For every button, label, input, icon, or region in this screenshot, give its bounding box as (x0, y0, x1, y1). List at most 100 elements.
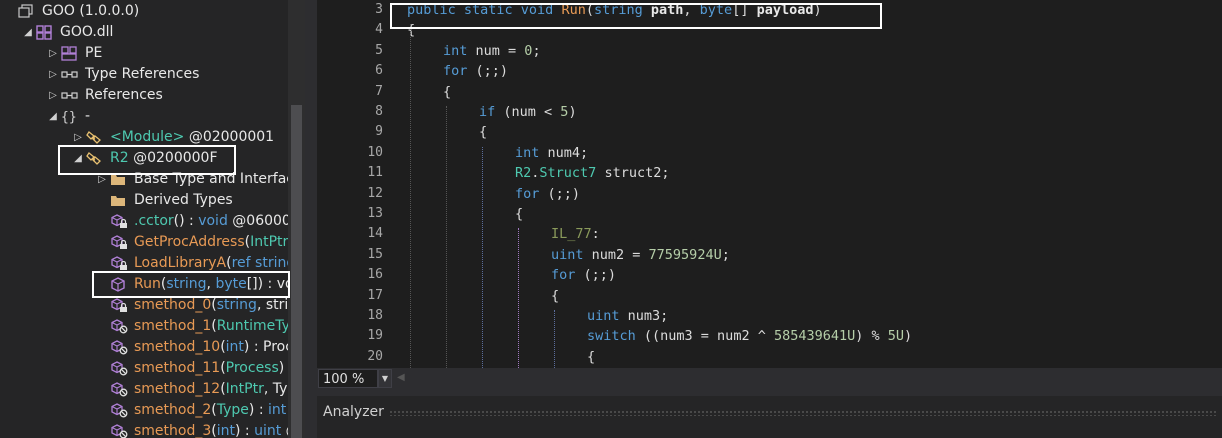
collapse-arrow-icon[interactable]: ◢ (22, 22, 34, 43)
code-line[interactable]: int num = 0; (443, 41, 541, 61)
code-token: (;;) (539, 185, 581, 202)
label-segment: ) : (235, 423, 255, 438)
analyzer-panel-title: Analyzer (323, 404, 384, 420)
assembly-explorer-tree: GOO (1.0.0.0) ◢ GOO.dll ▷ PE ▷ Type References… (0, 0, 305, 438)
code-token: ) (568, 104, 577, 120)
module-icon (36, 25, 52, 40)
tree-node-smethod-1-node[interactable]: smethod_1(RuntimeType) : void (0, 316, 305, 337)
tree-scrollbar-thumb[interactable] (291, 105, 302, 438)
code-token: uint (587, 308, 620, 324)
tree-node-label: smethod_3(int) : uint @06000010 (134, 421, 305, 438)
reference-icon (61, 67, 78, 82)
collapse-arrow-icon[interactable]: ◢ (47, 106, 59, 127)
code-line[interactable]: uint num3; (587, 306, 668, 326)
label-segment: smethod_1 (134, 318, 212, 334)
label-segment: int (225, 339, 244, 355)
tree-node-smethod-2-node[interactable]: smethod_2(Type) : int (0, 400, 288, 421)
code-token: { (515, 206, 524, 222)
line-number: 19 (367, 328, 383, 344)
label-segment: () : (173, 213, 199, 229)
line-number: 11 (367, 165, 383, 181)
tree-node-label: Derived Types (134, 190, 233, 211)
label-segment: Type (216, 402, 249, 418)
line-number: 17 (367, 287, 383, 303)
code-token: R2 (515, 165, 532, 182)
tree-node-smethod-0-node[interactable]: smethod_0(string, string) : void (0, 295, 305, 316)
highlight-box-r2-class (58, 145, 236, 175)
code-token: (;;) (575, 267, 617, 284)
code-line[interactable]: int num4; (515, 143, 588, 163)
code-editor[interactable]: 3456789101112131415161718192021 public s… (317, 0, 1222, 368)
code-line[interactable]: { (479, 122, 487, 142)
tree-node-assembly-goo[interactable]: GOO (1.0.0.0) (0, 1, 288, 22)
code-line[interactable]: IL_77: (551, 224, 600, 244)
code-line[interactable]: { (587, 347, 595, 367)
label-segment: IntPtr (225, 381, 264, 397)
line-number: 13 (367, 206, 383, 221)
tree-node-smethod-11-node[interactable]: smethod_11(Process) : void (0, 358, 305, 379)
expand-arrow-icon[interactable]: ▷ (47, 85, 59, 106)
code-token: ((num3 = num2 ^ (635, 328, 774, 345)
tree-node-label: PE (85, 43, 102, 64)
code-line[interactable]: { (443, 82, 451, 102)
code-line[interactable]: for (;;) (551, 265, 616, 285)
analyzer-drag-grip[interactable] (389, 410, 1218, 416)
tree-node-label: GOO.dll (60, 22, 113, 43)
line-number: 12 (367, 185, 383, 201)
label-segment: LoadLibraryA (134, 255, 227, 271)
code-token: ; (532, 42, 541, 59)
method-block-icon (110, 403, 128, 418)
code-line[interactable]: switch ((num3 = num2 ^ 585439641U) % 5U) (587, 326, 912, 346)
label-segment: smethod_3 (134, 423, 212, 438)
folder-icon (110, 193, 126, 208)
label-segment: References (85, 87, 163, 103)
code-line[interactable]: R2.Struct7 struct2; (515, 163, 669, 183)
label-segment: IntPtr (250, 234, 289, 250)
line-number: 8 (375, 104, 383, 119)
tree-node-getprocaddress-node[interactable]: GetProcAddress(IntPtr, string) : IntPtr (0, 232, 305, 253)
code-token: num4; (539, 144, 589, 161)
label-segment: - (85, 108, 91, 124)
code-token: { (551, 287, 560, 304)
expand-arrow-icon[interactable]: ▷ (47, 43, 59, 64)
label-segment: .cctor (134, 213, 174, 229)
label-segment: GOO (1.0.0.0) (42, 3, 140, 19)
tree-node-references-node[interactable]: ▷ References (0, 85, 288, 106)
zoom-level-select[interactable]: 100 % (318, 369, 378, 388)
panel-splitter[interactable] (305, 0, 317, 438)
code-line[interactable]: uint num2 = 77595924U; (551, 245, 730, 265)
scroll-left-icon[interactable]: ◀ (397, 372, 405, 383)
tree-node-cctor-node[interactable]: .cctor() : void @06000001 (0, 211, 305, 232)
code-line[interactable]: for (;;) (443, 61, 508, 81)
indent-guide (482, 146, 483, 368)
tree-node-smethod-10-node[interactable]: smethod_10(int) : Process (0, 337, 305, 358)
code-line[interactable]: { (515, 204, 523, 224)
tree-node-label: References (85, 85, 163, 106)
code-line[interactable]: { (551, 286, 559, 306)
tree-node-module-goo-dll[interactable]: ◢ GOO.dll (0, 22, 288, 43)
tree-node-smethod-12-node[interactable]: smethod_12(IntPtr, Type) : void (0, 379, 305, 400)
label-segment: Derived Types (134, 192, 233, 208)
code-token: num3; (619, 308, 669, 324)
label-segment: smethod_11 (134, 360, 221, 376)
tree-node-label: smethod_11(Process) : void (134, 358, 305, 379)
tree-node-type-references-node[interactable]: ▷ Type References (0, 64, 288, 85)
code-line[interactable]: if (num < 5) (479, 102, 577, 122)
tree-node-label: smethod_12(IntPtr, Type) : void (134, 379, 305, 400)
label-segment: ) : (248, 402, 268, 418)
code-token: (num < (495, 104, 561, 120)
reference-icon (61, 88, 78, 103)
tree-node-derived-types-node[interactable]: Derived Types (0, 190, 288, 211)
tree-node-label: smethod_1(RuntimeType) : void (134, 316, 305, 337)
code-token: Struct7 (539, 165, 597, 182)
tree-node-namespace-node[interactable]: ◢{} - (0, 106, 288, 127)
method-block-icon (110, 340, 128, 355)
expand-arrow-icon[interactable]: ▷ (47, 64, 59, 85)
tree-node-pe-node[interactable]: ▷ PE (0, 43, 288, 64)
line-number: 7 (375, 83, 383, 99)
tree-node-smethod-3-node[interactable]: smethod_3(int) : uint @06000010 (0, 421, 305, 438)
editor-status-bar: 100 % ▼ ◀ (317, 368, 1222, 390)
code-line[interactable]: for (;;) (515, 184, 580, 204)
chevron-down-icon[interactable]: ▼ (378, 369, 392, 388)
method-block-icon (110, 361, 128, 376)
